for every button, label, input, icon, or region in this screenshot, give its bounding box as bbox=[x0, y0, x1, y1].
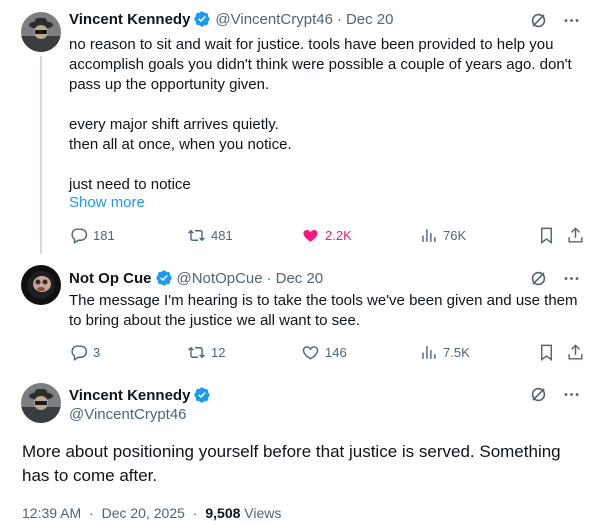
post-date[interactable]: Dec 20 bbox=[276, 270, 324, 287]
author-name[interactable]: Not Op Cue bbox=[69, 270, 152, 287]
verified-badge-icon bbox=[193, 10, 211, 28]
reply-count: 3 bbox=[93, 344, 101, 360]
repost-button[interactable]: 12 bbox=[187, 343, 225, 362]
share-button[interactable] bbox=[566, 343, 585, 362]
repost-icon bbox=[187, 343, 206, 362]
thread-line bbox=[40, 56, 42, 254]
post-top-actions bbox=[529, 11, 581, 30]
grok-icon[interactable] bbox=[529, 269, 548, 288]
post-meta: 12:39 AM · Dec 20, 2025 · 9,508 Views bbox=[22, 505, 281, 521]
views-icon bbox=[419, 343, 438, 362]
bookmark-button[interactable] bbox=[537, 226, 556, 245]
like-button[interactable]: 146 bbox=[301, 343, 347, 362]
post-top-actions bbox=[529, 269, 581, 288]
views-count: 7.5K bbox=[443, 344, 470, 360]
views-label: Views bbox=[244, 505, 282, 521]
like-count: 2.2K bbox=[325, 227, 352, 243]
views-button[interactable]: 76K bbox=[419, 226, 466, 245]
show-more-link[interactable]: Show more bbox=[69, 194, 145, 211]
reply-post-1[interactable]: Vincent Kennedy @VincentCrypt46 · Dec 20… bbox=[0, 0, 595, 255]
reply-button[interactable]: 181 bbox=[69, 226, 115, 245]
share-icon bbox=[566, 343, 585, 362]
post-top-actions bbox=[529, 385, 581, 404]
like-count: 146 bbox=[325, 344, 347, 360]
views-count: 76K bbox=[443, 227, 467, 243]
reply-icon bbox=[69, 226, 88, 245]
like-icon bbox=[301, 226, 320, 245]
verified-badge-icon bbox=[193, 386, 211, 404]
share-button[interactable] bbox=[566, 226, 585, 245]
share-icon bbox=[566, 226, 585, 245]
repost-button[interactable]: 481 bbox=[187, 226, 233, 245]
author-handle[interactable]: @NotOpCue bbox=[177, 270, 263, 287]
more-icon[interactable] bbox=[562, 385, 581, 404]
post-header: Not Op Cue @NotOpCue · Dec 20 bbox=[69, 269, 323, 287]
bookmark-icon bbox=[537, 343, 556, 362]
reply-count: 181 bbox=[93, 227, 115, 243]
author-handle[interactable]: @VincentCrypt46 bbox=[215, 11, 333, 28]
post-text: More about positioning yourself before t… bbox=[22, 442, 561, 485]
bookmark-button[interactable] bbox=[537, 343, 556, 362]
author-name[interactable]: Vincent Kennedy bbox=[69, 11, 190, 28]
post-text: The message I'm hearing is to take the t… bbox=[69, 292, 578, 329]
post-text: no reason to sit and wait for justice. t… bbox=[69, 36, 572, 193]
post-actions: 181 481 2.2K 76K bbox=[69, 225, 581, 245]
post-header: Vincent Kennedy @VincentCrypt46 · Dec 20 bbox=[69, 10, 393, 28]
reply-post-2[interactable]: Not Op Cue @NotOpCue · Dec 20 The messag… bbox=[0, 255, 595, 371]
post-time[interactable]: 12:39 AM bbox=[22, 505, 81, 521]
author-name[interactable]: Vincent Kennedy bbox=[69, 387, 190, 404]
post-date[interactable]: Dec 20 bbox=[346, 11, 394, 28]
post-date[interactable]: Dec 20, 2025 bbox=[102, 505, 185, 521]
avatar[interactable] bbox=[21, 383, 61, 423]
views-icon bbox=[419, 226, 438, 245]
like-icon bbox=[301, 343, 320, 362]
like-button[interactable]: 2.2K bbox=[301, 226, 352, 245]
repost-count: 12 bbox=[211, 344, 226, 360]
separator: · bbox=[266, 269, 272, 287]
author-handle[interactable]: @VincentCrypt46 bbox=[69, 406, 187, 423]
post-actions: 3 12 146 7.5K bbox=[69, 342, 581, 362]
reply-icon bbox=[69, 343, 88, 362]
more-icon[interactable] bbox=[562, 269, 581, 288]
grok-icon[interactable] bbox=[529, 11, 548, 30]
avatar[interactable] bbox=[21, 265, 61, 305]
views-count: 9,508 bbox=[205, 505, 241, 521]
repost-icon bbox=[187, 226, 206, 245]
more-icon[interactable] bbox=[562, 11, 581, 30]
post-header: Vincent Kennedy bbox=[69, 386, 211, 404]
bookmark-icon bbox=[537, 226, 556, 245]
repost-count: 481 bbox=[211, 227, 233, 243]
separator: · bbox=[89, 505, 94, 521]
avatar[interactable] bbox=[21, 12, 61, 52]
separator: · bbox=[192, 505, 198, 521]
separator: · bbox=[336, 10, 342, 28]
views-button[interactable]: 7.5K bbox=[419, 343, 470, 362]
main-post: Vincent Kennedy @VincentCrypt46 More abo… bbox=[0, 371, 595, 526]
reply-button[interactable]: 3 bbox=[69, 343, 100, 362]
verified-badge-icon bbox=[155, 269, 173, 287]
grok-icon[interactable] bbox=[529, 385, 548, 404]
